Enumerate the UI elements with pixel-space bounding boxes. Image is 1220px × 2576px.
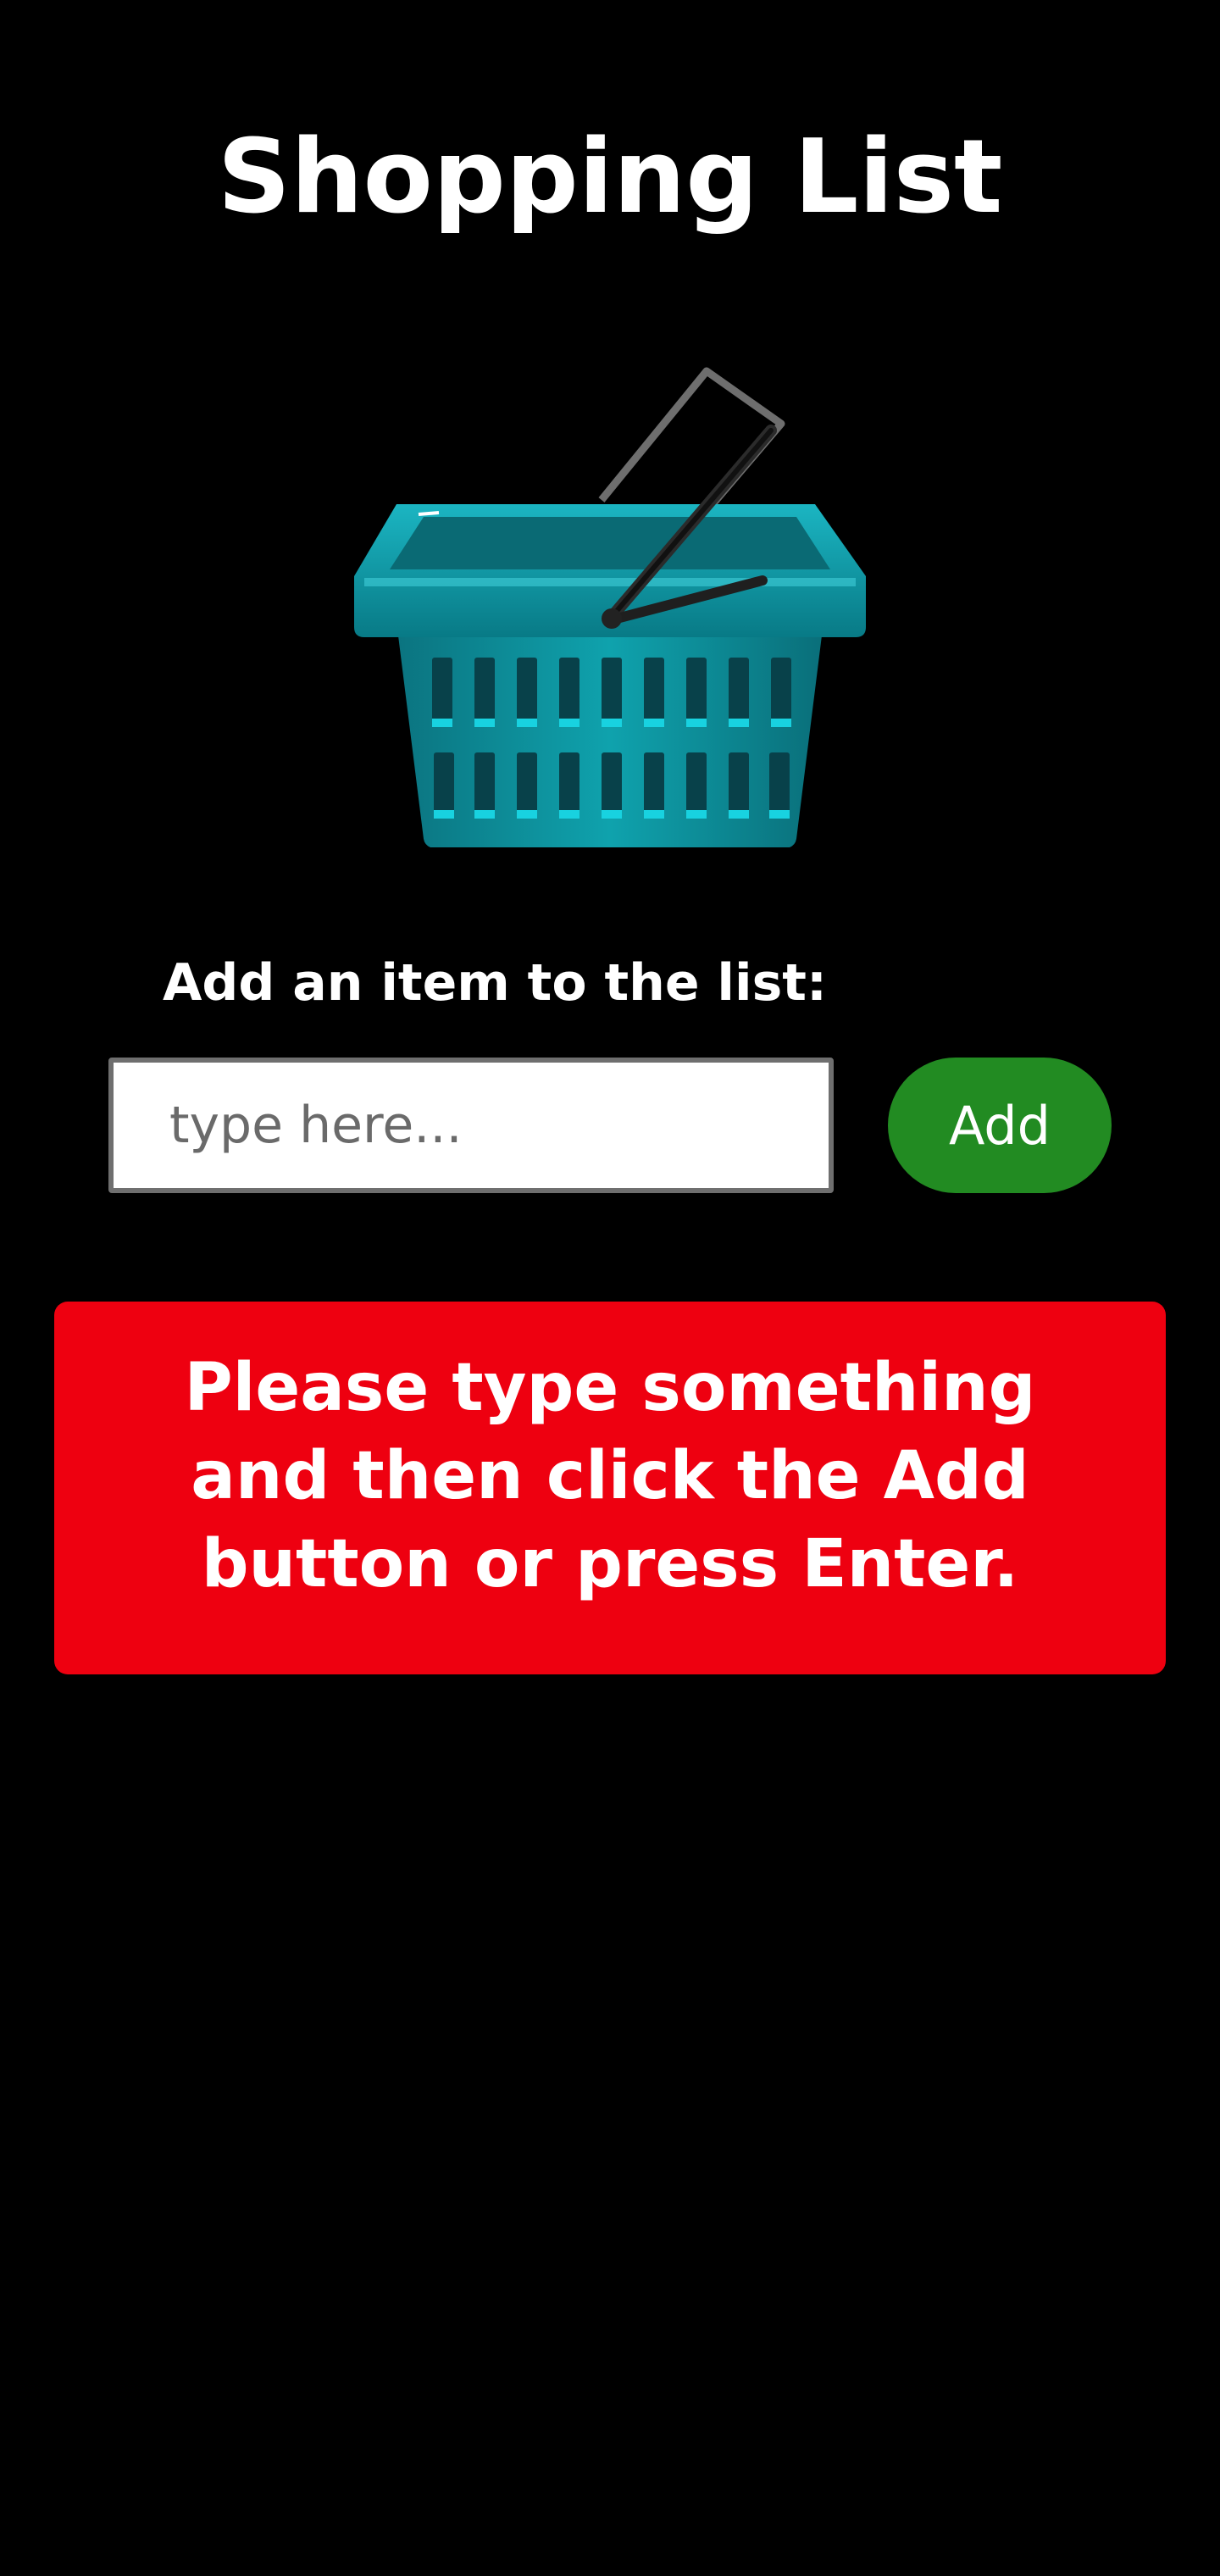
add-button[interactable]: Add xyxy=(888,1058,1112,1193)
item-input[interactable] xyxy=(108,1058,834,1193)
page-title: Shopping List xyxy=(217,119,1003,236)
alert-message: Please type something and then click the… xyxy=(184,1350,1036,1602)
shopping-basket-icon xyxy=(354,367,866,847)
error-alert: Please type something and then click the… xyxy=(54,1302,1166,1674)
add-item-label: Add an item to the list: xyxy=(163,953,827,1013)
